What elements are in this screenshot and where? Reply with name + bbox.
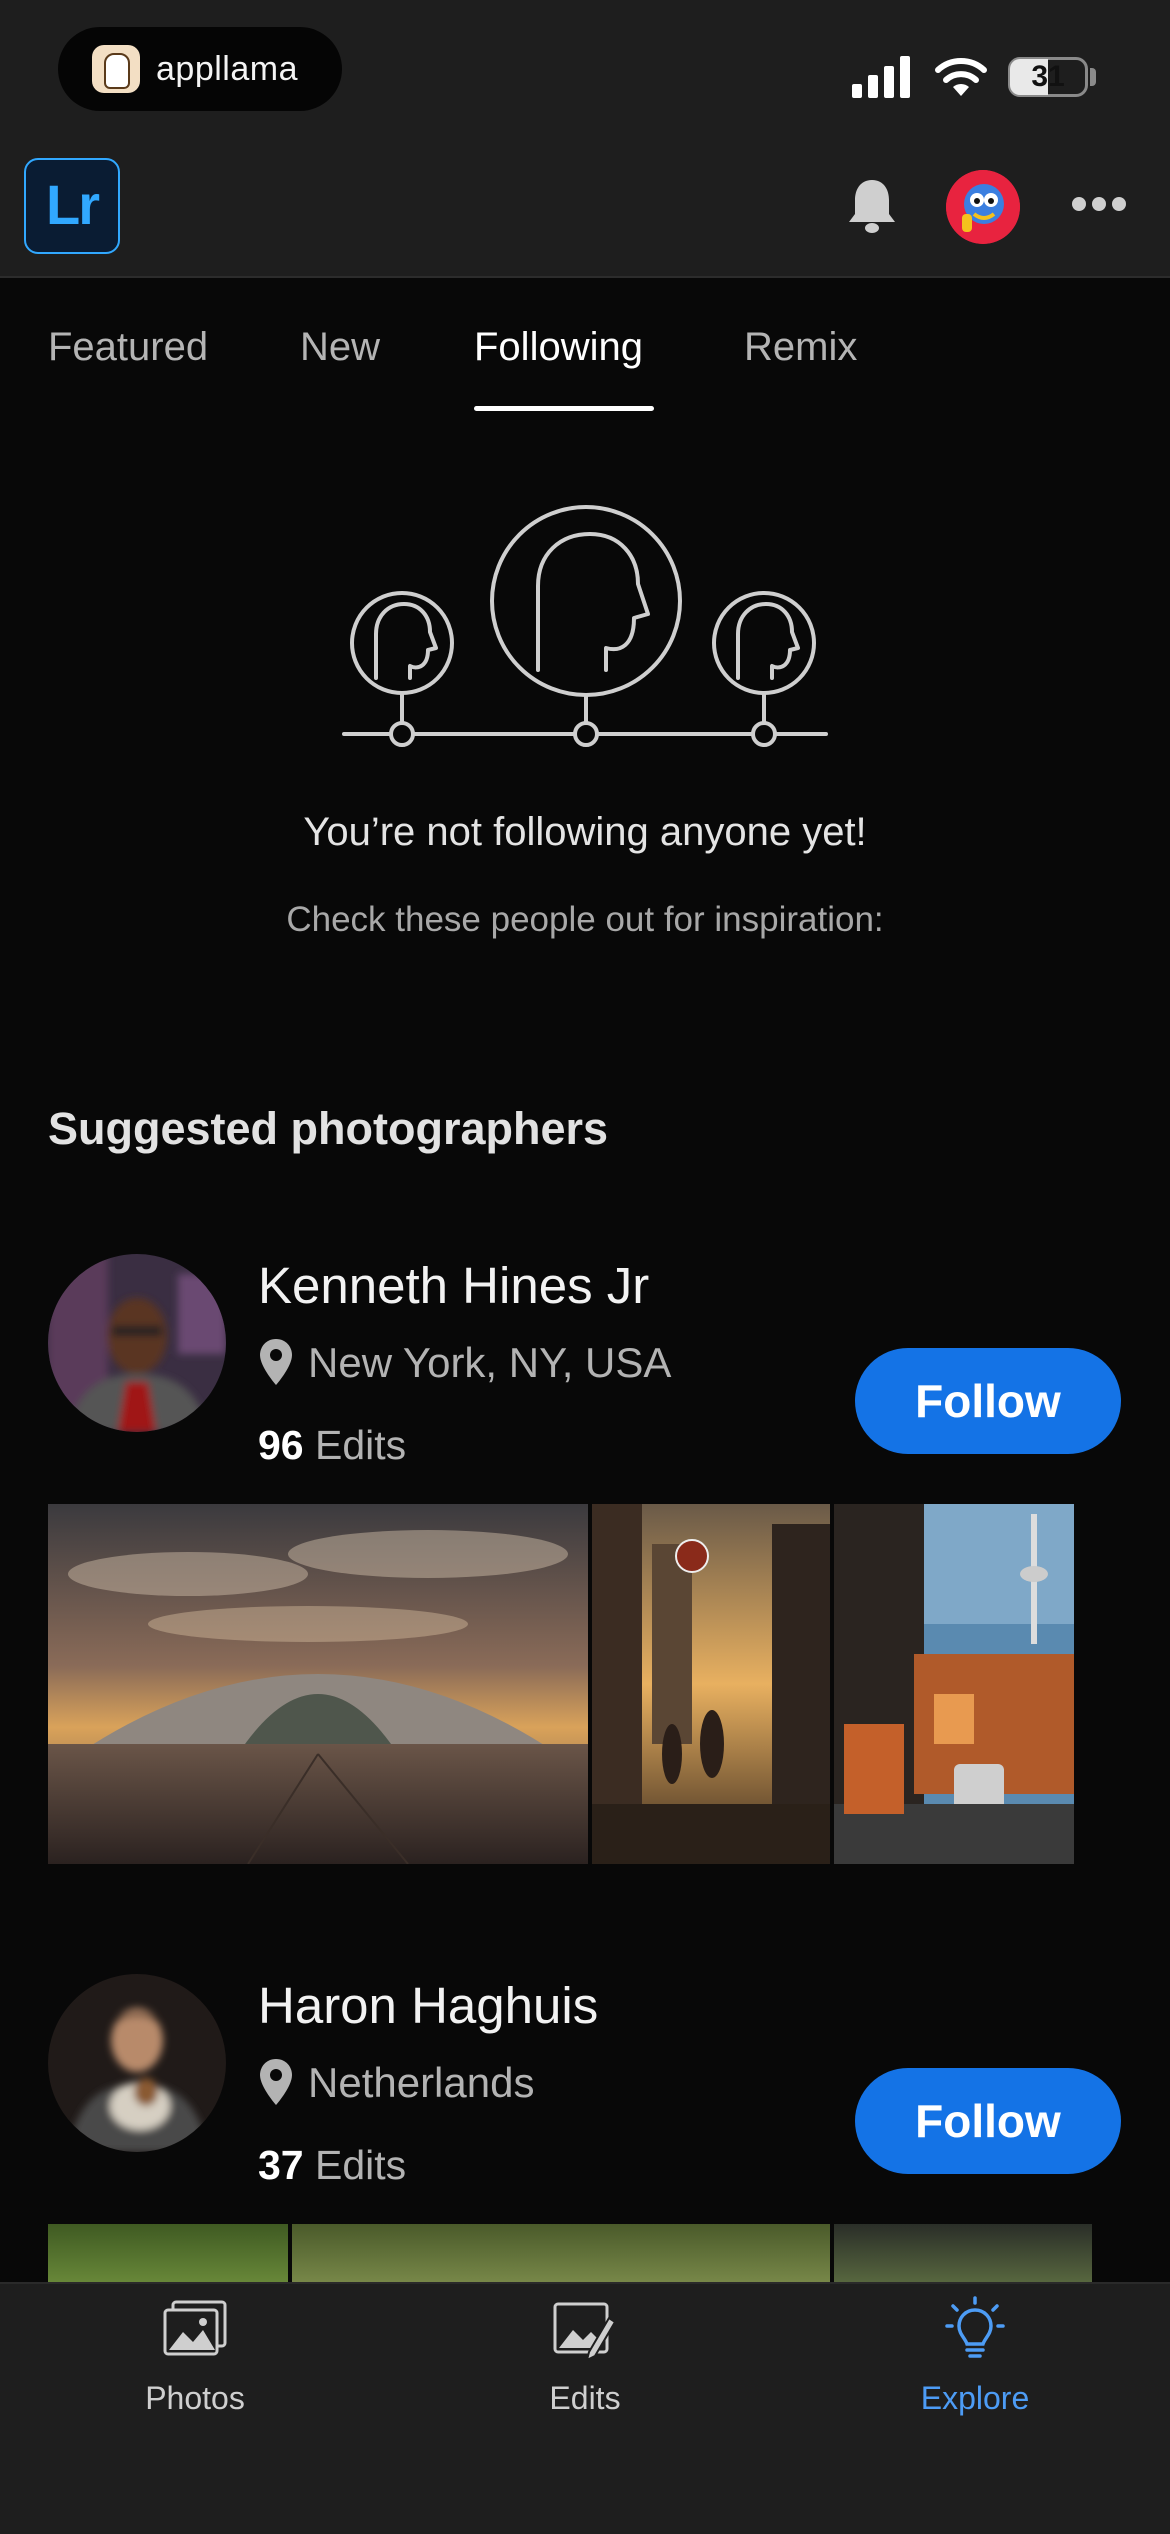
photographer-name[interactable]: Haron Haghuis [258,1976,598,2035]
nav-explore-label: Explore [920,2380,1030,2416]
more-icon[interactable] [1072,196,1126,212]
photo-thumbnail[interactable] [48,2224,288,2286]
location-pin-icon [260,1339,292,1385]
photo-thumbnail[interactable] [48,1504,588,1864]
llama-logo-icon [92,45,140,93]
photographer-edits: 96 Edits [258,1422,406,1469]
photo-thumbnail[interactable] [834,2224,1092,2286]
location-pin-icon [260,2059,292,2105]
tab-remix[interactable]: Remix [744,325,857,370]
tab-following[interactable]: Following [474,325,643,370]
photo-thumbnail[interactable] [592,1504,830,1864]
photo-thumbnail[interactable] [292,2224,830,2286]
section-title: Suggested photographers [48,1103,609,1154]
wifi-icon [935,58,987,96]
nav-photos-label: Photos [145,2380,245,2416]
location-text: Netherlands [308,2059,535,2106]
battery-tip [1090,68,1096,86]
photographer-location: Netherlands [258,2057,534,2109]
photo-thumbnail[interactable] [834,1504,1074,1864]
photographer-avatar[interactable] [48,1974,226,2152]
battery-level: 31 [1031,60,1065,93]
lightroom-logo[interactable]: Lr [24,158,120,254]
active-tab-indicator [474,406,654,411]
empty-state-subtitle: Check these people out for inspiration: [286,900,884,939]
edits-icon [553,2302,617,2362]
tab-new[interactable]: New [300,325,380,370]
follow-button[interactable]: Follow [855,1348,1121,1454]
people-network-icon [342,505,828,747]
lightbulb-icon [945,2296,1005,2358]
photographer-avatar[interactable] [48,1254,226,1432]
tab-featured[interactable]: Featured [48,325,208,370]
edits-count: 37 [258,2142,304,2188]
edits-label: Edits [315,2142,407,2188]
app-pill-label: appllama [156,49,298,88]
photos-icon [163,2300,227,2356]
empty-state-title: You’re not following anyone yet! [303,810,867,854]
bell-icon[interactable] [846,176,898,238]
photographer-location: New York, NY, USA [258,1337,671,1389]
edits-count: 96 [258,1422,304,1468]
cellular-signal-icon [852,56,910,98]
follow-button[interactable]: Follow [855,2068,1121,2174]
photographer-name[interactable]: Kenneth Hines Jr [258,1256,649,1315]
photographer-edits: 37 Edits [258,2142,406,2189]
profile-avatar[interactable] [946,170,1020,244]
location-text: New York, NY, USA [308,1339,672,1386]
edits-label: Edits [315,1422,407,1468]
appllama-pill[interactable]: appllama [58,27,342,111]
nav-edits-label: Edits [549,2380,621,2416]
